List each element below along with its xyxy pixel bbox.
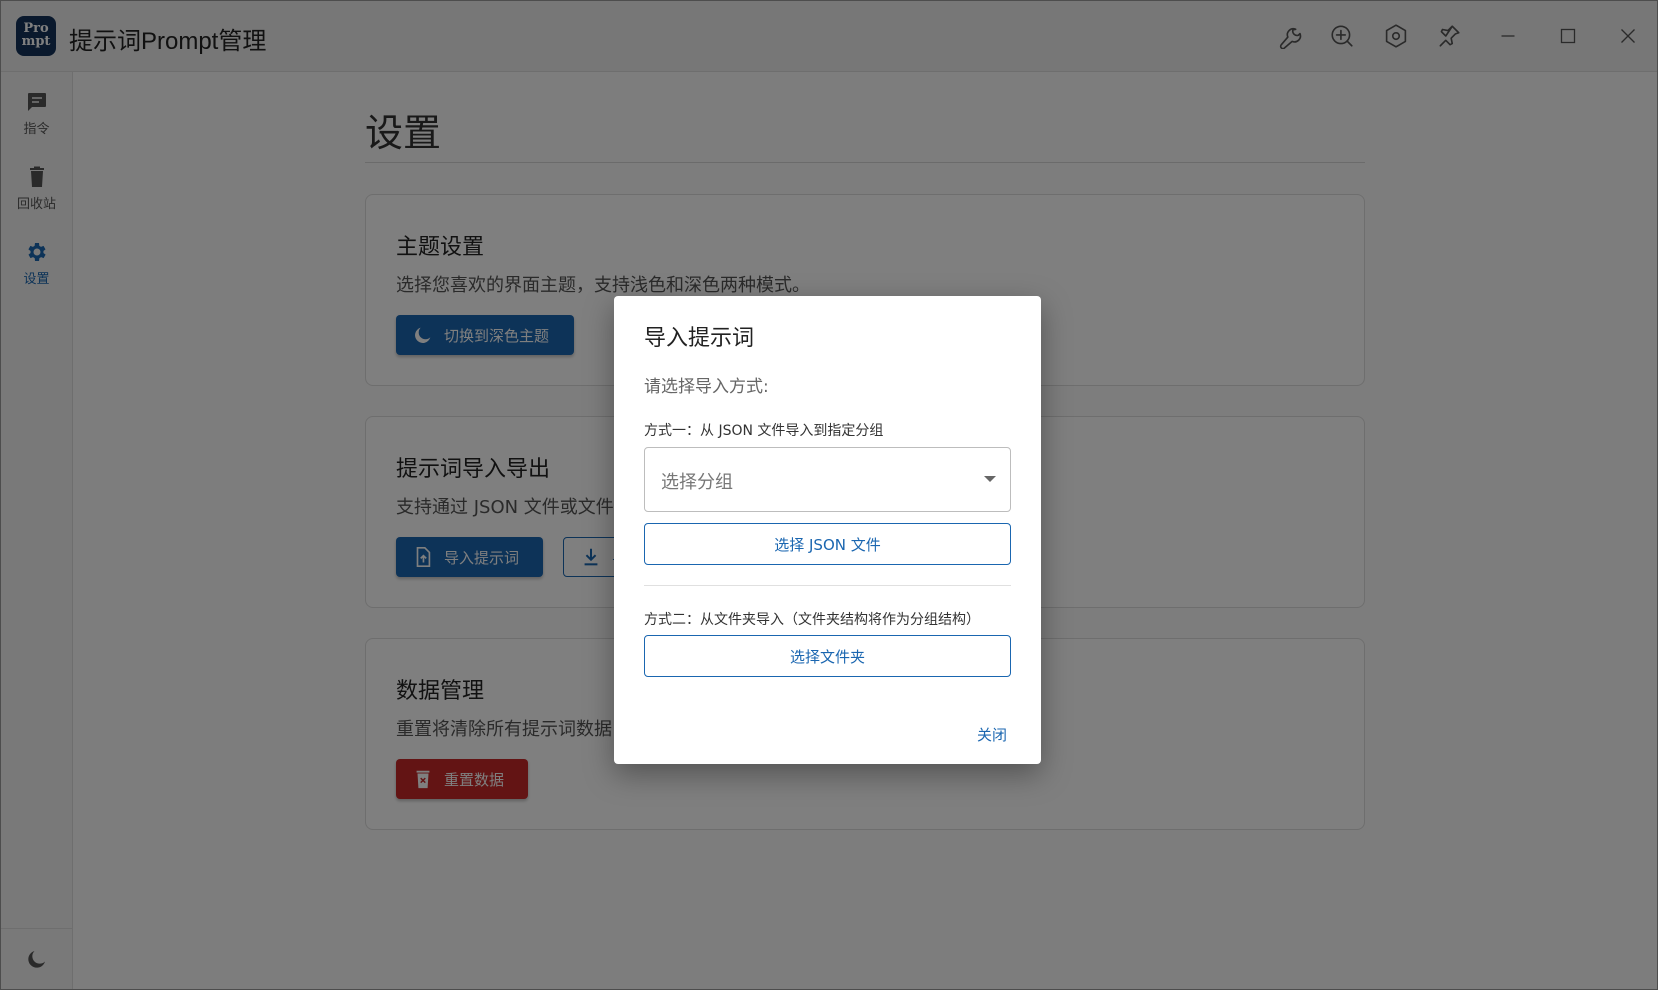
chevron-down-icon <box>984 476 996 482</box>
method-one-label: 方式一：从 JSON 文件导入到指定分组 <box>644 423 884 439</box>
select-json-file-button[interactable]: 选择 JSON 文件 <box>644 523 1011 565</box>
dialog-divider <box>644 585 1011 586</box>
group-select-placeholder: 选择分组 <box>661 472 733 493</box>
select-folder-button[interactable]: 选择文件夹 <box>644 635 1011 677</box>
dialog-subtitle: 请选择导入方式: <box>644 377 769 397</box>
group-select[interactable]: 选择分组 <box>644 447 1011 512</box>
dialog-title: 导入提示词 <box>644 326 755 351</box>
method-two-label: 方式二：从文件夹导入（文件夹结构将作为分组结构） <box>644 612 980 628</box>
dialog-close-button[interactable]: 关闭 <box>977 724 1007 745</box>
import-dialog: 导入提示词 请选择导入方式: 方式一：从 JSON 文件导入到指定分组 选择分组… <box>614 296 1041 764</box>
